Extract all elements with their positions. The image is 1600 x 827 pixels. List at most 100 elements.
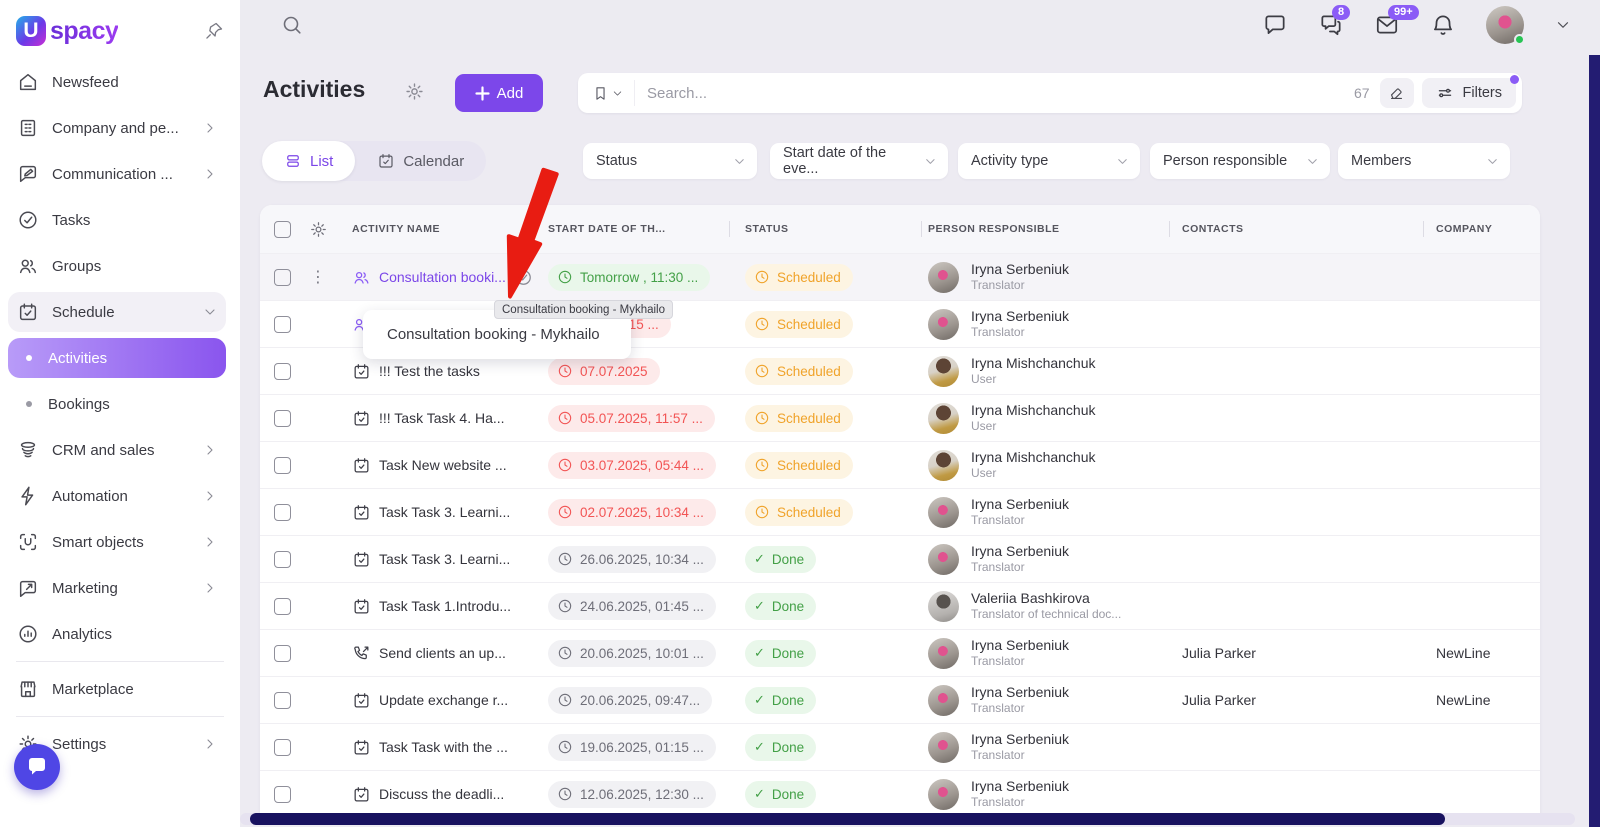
- activity-name-link[interactable]: !!! Task Task 4. Ha...: [379, 410, 505, 426]
- row-menu-kebab-icon[interactable]: ⋮: [304, 267, 332, 287]
- user-avatar[interactable]: [1486, 6, 1524, 44]
- notifications-bell-icon[interactable]: [1430, 12, 1456, 38]
- activity-name-link[interactable]: Task Task 3. Learni...: [379, 551, 510, 567]
- sidebar-item-communication[interactable]: Communication ...: [8, 154, 226, 194]
- row-checkbox[interactable]: [274, 316, 291, 333]
- profile-chevron-down-icon[interactable]: [1554, 16, 1572, 34]
- brand-logo-text[interactable]: spacy: [50, 17, 118, 46]
- activity-name-link[interactable]: Send clients an up...: [379, 645, 506, 661]
- sidebar-item-activities[interactable]: Activities: [8, 338, 226, 378]
- tab-list[interactable]: List: [262, 141, 355, 181]
- filter-person-responsible[interactable]: Person responsible: [1150, 143, 1330, 179]
- person-name[interactable]: Iryna Mishchanchuk: [971, 402, 1096, 420]
- select-all-checkbox[interactable]: [274, 221, 291, 238]
- sidebar-item-crm-and-sales[interactable]: CRM and sales: [8, 430, 226, 470]
- tab-calendar[interactable]: Calendar: [355, 141, 486, 181]
- row-checkbox[interactable]: [274, 504, 291, 521]
- column-header-person[interactable]: PERSON RESPONSIBLE: [922, 223, 1170, 235]
- sidebar-item-analytics[interactable]: Analytics: [8, 614, 226, 654]
- pin-sidebar-icon[interactable]: [204, 21, 224, 41]
- table-settings-gear-icon[interactable]: [309, 220, 328, 239]
- activity-name-link[interactable]: !!! Test the tasks: [379, 363, 480, 379]
- person-name[interactable]: Iryna Mishchanchuk: [971, 449, 1096, 467]
- person-name[interactable]: Iryna Serbeniuk: [971, 637, 1069, 655]
- row-checkbox[interactable]: [274, 457, 291, 474]
- filter-activity-type[interactable]: Activity type: [958, 143, 1140, 179]
- support-chat-button[interactable]: [14, 744, 60, 790]
- contact-name[interactable]: Julia Parker: [1170, 645, 1424, 661]
- row-checkbox[interactable]: [274, 410, 291, 427]
- sidebar-item-smart-objects[interactable]: Smart objects: [8, 522, 226, 562]
- sidebar-item-marketing[interactable]: Marketing: [8, 568, 226, 608]
- sidebar-item-schedule[interactable]: Schedule: [8, 292, 226, 332]
- activity-name-link[interactable]: Task Task 1.Introdu...: [379, 598, 511, 614]
- sidebar-item-bookings[interactable]: Bookings: [8, 384, 226, 424]
- table-row[interactable]: Task Task 3. Learni... 02.07.2025, 10:34…: [260, 488, 1540, 535]
- clear-search-button[interactable]: [1380, 78, 1414, 108]
- saved-filters-bookmark[interactable]: [578, 80, 635, 106]
- company-name[interactable]: NewLine: [1424, 645, 1540, 661]
- sidebar-item-newsfeed[interactable]: Newsfeed: [8, 62, 226, 102]
- row-checkbox[interactable]: [274, 551, 291, 568]
- person-name[interactable]: Iryna Serbeniuk: [971, 684, 1069, 702]
- contact-name[interactable]: Julia Parker: [1170, 692, 1424, 708]
- person-name[interactable]: Iryna Serbeniuk: [971, 778, 1069, 796]
- sidebar-item-groups[interactable]: Groups: [8, 246, 226, 286]
- person-name[interactable]: Valeriia Bashkirova: [971, 590, 1121, 608]
- filter-members[interactable]: Members: [1338, 143, 1510, 179]
- table-row[interactable]: Send clients an up... 20.06.2025, 10:01 …: [260, 629, 1540, 676]
- mail-icon[interactable]: 99+: [1374, 12, 1400, 38]
- table-row[interactable]: Task Task 3. Learni... 26.06.2025, 10:34…: [260, 535, 1540, 582]
- person-name[interactable]: Iryna Serbeniuk: [971, 308, 1069, 326]
- page-settings-gear-icon[interactable]: [404, 81, 425, 102]
- row-checkbox[interactable]: [274, 363, 291, 380]
- person-name[interactable]: Iryna Serbeniuk: [971, 261, 1069, 279]
- add-button[interactable]: Add: [455, 74, 543, 112]
- filters-button[interactable]: Filters: [1422, 78, 1516, 108]
- person-name[interactable]: Iryna Serbeniuk: [971, 496, 1069, 514]
- global-search-icon[interactable]: [280, 13, 304, 37]
- sidebar-item-marketplace[interactable]: Marketplace: [8, 669, 226, 709]
- table-row[interactable]: Discuss the deadli... 12.06.2025, 12:30 …: [260, 770, 1540, 817]
- row-checkbox[interactable]: [274, 692, 291, 709]
- table-row[interactable]: Task Task 1.Introdu... 24.06.2025, 01:45…: [260, 582, 1540, 629]
- horizontal-scrollbar[interactable]: [240, 813, 1589, 825]
- activity-name-link[interactable]: Task New website ...: [379, 457, 507, 473]
- filter-status[interactable]: Status: [583, 143, 757, 179]
- activity-name-link[interactable]: Task Task with the ...: [379, 739, 508, 755]
- sidebar-item-automation[interactable]: Automation: [8, 476, 226, 516]
- person-name[interactable]: Iryna Serbeniuk: [971, 731, 1069, 749]
- activity-name-link[interactable]: Update exchange r...: [379, 692, 508, 708]
- comments-icon[interactable]: [1262, 12, 1288, 38]
- person-name[interactable]: Iryna Serbeniuk: [971, 543, 1069, 561]
- row-checkbox[interactable]: [274, 739, 291, 756]
- messenger-icon[interactable]: 8: [1318, 12, 1344, 38]
- table-row[interactable]: Task New website ... 03.07.2025, 05:44 .…: [260, 441, 1540, 488]
- filter-start-date[interactable]: Start date of the eve...: [770, 143, 948, 179]
- complete-check-circle-icon[interactable]: [514, 268, 533, 287]
- person-name[interactable]: Iryna Mishchanchuk: [971, 355, 1096, 373]
- search-input[interactable]: [635, 85, 1354, 102]
- row-checkbox[interactable]: [274, 269, 291, 286]
- sidebar-item-company-and-pe[interactable]: Company and pe...: [8, 108, 226, 148]
- sidebar-item-tasks[interactable]: Tasks: [8, 200, 226, 240]
- table-row[interactable]: Update exchange r... 20.06.2025, 09:47..…: [260, 676, 1540, 723]
- row-checkbox[interactable]: [274, 598, 291, 615]
- column-header-start-date[interactable]: START DATE OF TH...: [548, 223, 730, 235]
- scrollbar-thumb[interactable]: [250, 813, 1445, 825]
- column-header-company[interactable]: COMPANY: [1424, 223, 1540, 235]
- row-checkbox[interactable]: [274, 786, 291, 803]
- table-row[interactable]: !!! Task Task 4. Ha... 05.07.2025, 11:57…: [260, 394, 1540, 441]
- vertical-scrollbar[interactable]: [1589, 55, 1600, 827]
- brand-logo-icon[interactable]: U: [16, 16, 46, 46]
- table-row[interactable]: Task Task with the ... 19.06.2025, 01:15…: [260, 723, 1540, 770]
- row-checkbox[interactable]: [274, 645, 291, 662]
- table-row[interactable]: ⋮ Consultation booki... Tomorrow , 11:30…: [260, 253, 1540, 300]
- activity-name-link[interactable]: Task Task 3. Learni...: [379, 504, 510, 520]
- activity-name-link[interactable]: Discuss the deadli...: [379, 786, 504, 802]
- column-header-activity-name[interactable]: ACTIVITY NAME: [352, 223, 548, 235]
- column-header-status[interactable]: STATUS: [730, 223, 922, 235]
- column-header-contacts[interactable]: CONTACTS: [1170, 223, 1424, 235]
- activity-name-link[interactable]: Consultation booki...: [379, 269, 506, 285]
- company-name[interactable]: NewLine: [1424, 692, 1540, 708]
